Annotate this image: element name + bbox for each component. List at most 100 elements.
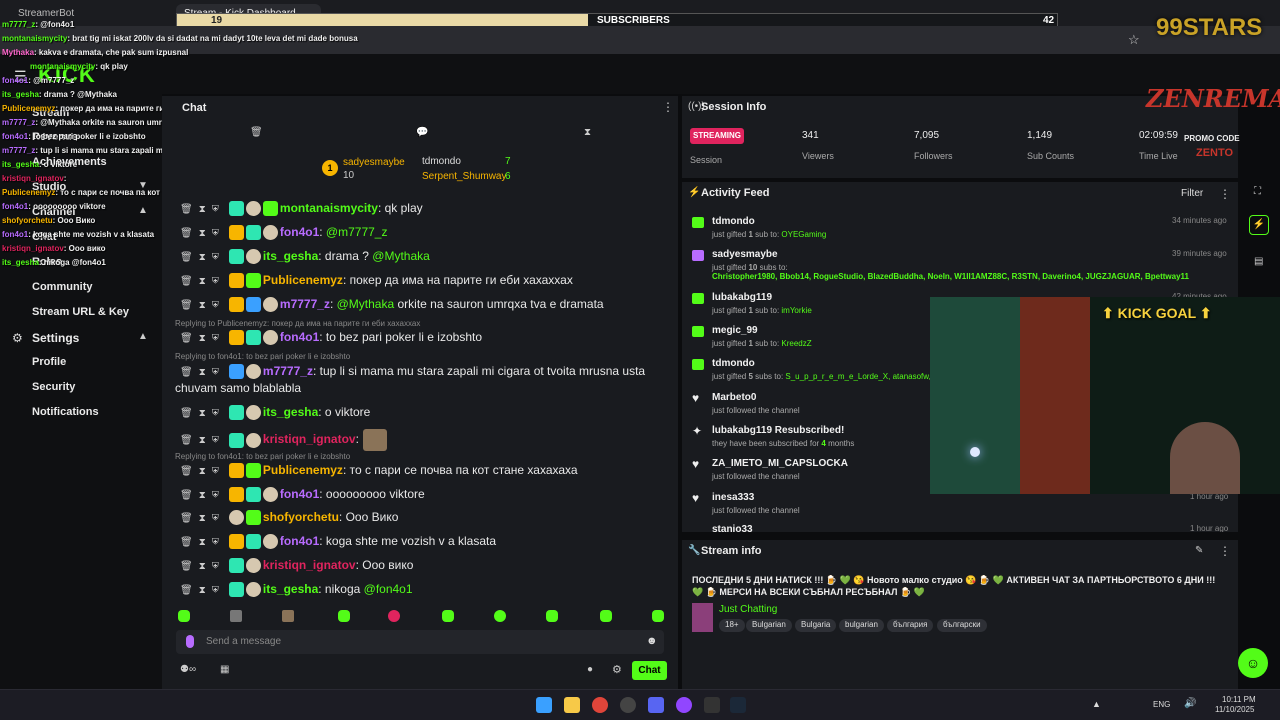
chat-username[interactable]: its_gesha (263, 249, 318, 263)
chat-username[interactable]: m7777_z (280, 297, 330, 311)
chat-message[interactable]: 🗑⧗⛨ m7777_z: @Mythaka orkite na sauron um… (180, 297, 604, 313)
emote-icon[interactable] (178, 610, 190, 622)
reply-context[interactable]: Replying to Publicenemyz: покер да има н… (175, 319, 420, 328)
emote-icon[interactable] (546, 610, 558, 622)
tray-chevron-up-icon[interactable]: ▲ (1092, 699, 1101, 709)
sidebar-item-stream-url[interactable]: Stream URL & Key (32, 306, 129, 318)
mod-actions-icon[interactable]: 🗑⧗⛨ (180, 435, 225, 446)
category-link[interactable]: Just Chatting (719, 604, 777, 615)
chrome-icon[interactable] (592, 697, 608, 713)
activity-user[interactable]: lubakabg119 Resubscribed! (712, 425, 844, 436)
chevron-up-icon[interactable]: ▲ (138, 331, 148, 342)
discord-icon[interactable] (648, 697, 664, 713)
store-icon[interactable]: ▦ (220, 664, 229, 675)
obs-icon[interactable] (620, 697, 636, 713)
chat-message[interactable]: 🗑⧗⛨ fon4o1: koga shte me vozish v a klasa… (180, 534, 496, 550)
microphone-icon[interactable] (186, 635, 194, 648)
mod-actions-icon[interactable]: 🗑⧗⛨ (180, 300, 225, 311)
more-icon[interactable]: ⋮ (1219, 544, 1231, 558)
category-thumbnail[interactable] (692, 603, 713, 632)
filter-button[interactable]: Filter (1181, 188, 1203, 199)
chat-username[interactable]: Publicenemyz (263, 273, 343, 287)
document-icon[interactable]: ▤ (1254, 256, 1263, 267)
gear-icon[interactable]: ⚙ (612, 663, 622, 676)
chat-username[interactable]: fon4o1 (280, 534, 319, 548)
leaderboard-user[interactable]: sadyesmaybe (343, 157, 405, 168)
user-settings-icon[interactable]: ⚉∞ (180, 664, 196, 675)
leaderboard-user[interactable]: Serpent_Shumway (422, 171, 507, 182)
bookmark-star-icon[interactable]: ☆ (1128, 32, 1140, 48)
language-indicator[interactable]: ENG (1153, 700, 1170, 709)
file-explorer-icon[interactable] (564, 697, 580, 713)
emote-icon[interactable] (494, 610, 506, 622)
activity-user[interactable]: stanio33 (712, 524, 753, 532)
chat-username[interactable]: montanaismycity (280, 201, 378, 215)
expand-icon[interactable]: ⛶ (1254, 186, 1261, 197)
terminal-icon[interactable] (704, 697, 720, 713)
chat-mention[interactable]: @Mythaka (337, 297, 395, 311)
chat-username[interactable]: fon4o1 (280, 487, 319, 501)
mod-actions-icon[interactable]: 🗑⧗⛨ (180, 537, 225, 548)
chat-mention[interactable]: @m7777_z (326, 225, 388, 239)
chat-username[interactable]: kristiqn_ignatov (263, 432, 356, 446)
chat-input-box[interactable]: Send a message ☻ (176, 630, 664, 654)
leaderboard-user[interactable]: tdmondo (422, 156, 461, 167)
bolt-icon[interactable]: ⚡ (1249, 215, 1269, 235)
mod-actions-icon[interactable]: 🗑⧗⛨ (180, 252, 225, 263)
volume-icon[interactable]: 🔊 (1184, 698, 1196, 709)
chat-username[interactable]: kristiqn_ignatov (263, 558, 356, 572)
chat-input[interactable]: Send a message (206, 636, 281, 647)
activity-user[interactable]: tdmondo (712, 358, 755, 369)
steam-icon[interactable] (730, 697, 746, 713)
reply-context[interactable]: Replying to fon4o1: to bez pari poker li… (175, 352, 350, 361)
activity-user[interactable]: megic_99 (712, 325, 758, 336)
chat-username[interactable]: Publicenemyz (263, 463, 343, 477)
activity-user[interactable]: lubakabg119 (712, 292, 772, 303)
chat-username[interactable]: m7777_z (263, 364, 313, 378)
activity-user[interactable]: tdmondo (712, 216, 755, 227)
mod-actions-icon[interactable]: 🗑⧗⛨ (180, 561, 225, 572)
chat-message[interactable]: 🗑⧗⛨ its_gesha: o viktore (180, 405, 370, 421)
chat-message[interactable]: 🗑⧗⛨ fon4o1: ооооооооо viktore (180, 487, 425, 503)
sidebar-item-notifications[interactable]: Notifications (32, 406, 99, 418)
chat-message[interactable]: 🗑⧗⛨ fon4o1: to bez pari poker li e izobsh… (180, 330, 482, 346)
stream-tag[interactable]: 18+ (719, 619, 745, 632)
activity-user[interactable]: ZA_IMETO_MI_CAPSLOCKA (712, 458, 848, 469)
chat-username[interactable]: shofyorchetu (263, 510, 339, 524)
send-chat-button[interactable]: Chat (632, 661, 667, 680)
chat-message[interactable]: 🗑⧗⛨ shofyorchetu: Ооо Вико (180, 510, 398, 526)
chat-message[interactable]: 🗑⧗⛨ Publicenemyz: то с пари се почва па к… (180, 463, 578, 479)
mod-actions-icon[interactable]: 🗑⧗⛨ (180, 466, 225, 477)
stream-tag[interactable]: Bulgarian (746, 619, 792, 632)
emote-icon[interactable] (442, 610, 454, 622)
activity-user[interactable]: sadyesmaybe (712, 249, 778, 260)
mod-actions-icon[interactable]: 🗑⧗⛨ (180, 513, 225, 524)
emoji-icon[interactable]: ☻ (646, 635, 658, 647)
activity-user[interactable]: Marbeto0 (712, 392, 756, 403)
mod-actions-icon[interactable]: 🗑⧗⛨ (180, 408, 225, 419)
help-chat-button[interactable]: ☺ (1238, 648, 1268, 678)
mod-actions-icon[interactable]: 🗑⧗⛨ (180, 585, 225, 596)
mod-actions-icon[interactable]: 🗑⧗⛨ (180, 367, 225, 378)
chat-message[interactable]: 🗑⧗⛨ kristiqn_ignatov: Ооо вико (180, 558, 413, 574)
mod-actions-icon[interactable]: 🗑⧗⛨ (180, 333, 225, 344)
chat-message[interactable]: 🗑⧗⛨ montanaismycity: qk play (180, 201, 423, 217)
chat-message[interactable]: 🗑⧗⛨ kristiqn_ignatov: (180, 429, 389, 451)
chat-mention[interactable]: @Mythaka (372, 249, 430, 263)
emote-icon[interactable] (600, 610, 612, 622)
chat-username[interactable]: fon4o1 (280, 330, 319, 344)
chat-message[interactable]: 🗑⧗⛨ fon4o1: @m7777_z (180, 225, 388, 241)
reply-context[interactable]: Replying to fon4o1: to bez pari poker li… (175, 452, 350, 461)
edit-icon[interactable]: ✎ (1195, 545, 1203, 556)
app-icon[interactable] (676, 697, 692, 713)
clock-date[interactable]: 11/10/2025 (1215, 705, 1254, 714)
stream-tag[interactable]: bulgarian (839, 619, 884, 632)
chat-username[interactable]: its_gesha (263, 582, 318, 596)
activity-user[interactable]: inesa333 (712, 492, 754, 503)
mod-actions-icon[interactable]: 🗑⧗⛨ (180, 276, 225, 287)
sidebar-item-community[interactable]: Community (32, 281, 93, 293)
sidebar-item-profile[interactable]: Profile (32, 356, 66, 368)
chat-username[interactable]: its_gesha (263, 405, 318, 419)
mod-actions-icon[interactable]: 🗑⧗⛨ (180, 204, 225, 215)
emote-icon[interactable] (230, 610, 242, 622)
